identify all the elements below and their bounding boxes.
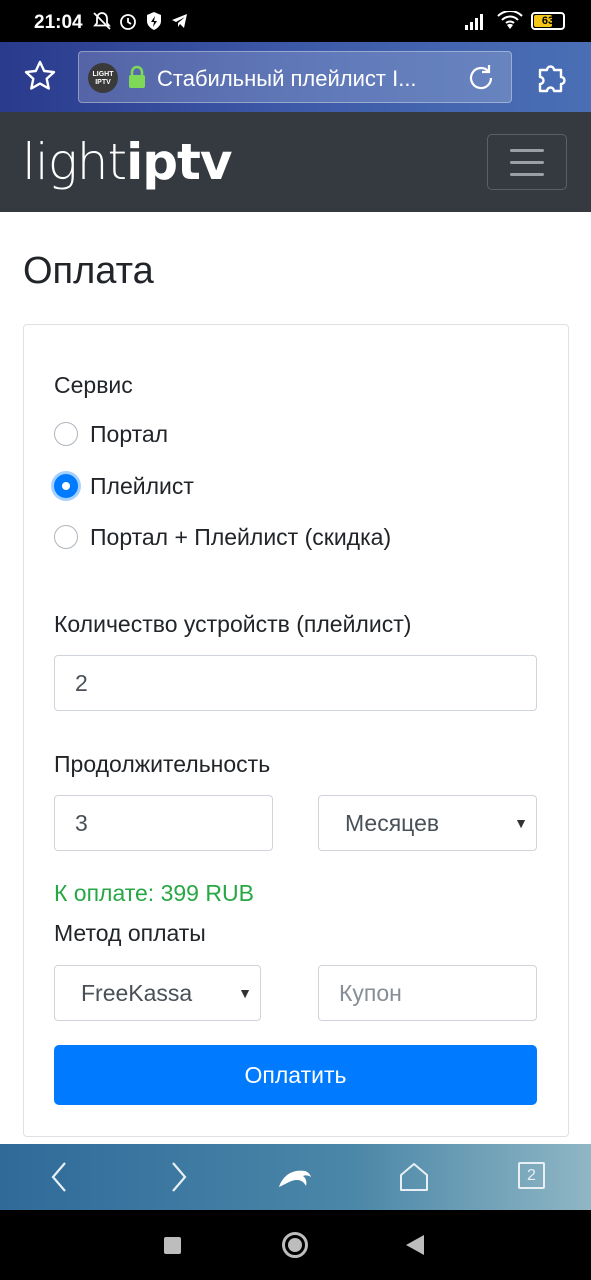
page-url-title: Стабильный плейлист I... (157, 66, 417, 91)
devices-input[interactable]: 2 (54, 655, 537, 711)
chevron-down-icon: ▼ (514, 815, 528, 831)
radio-portal-playlist[interactable]: Портал + Плейлист (скидка) (54, 523, 391, 551)
reload-icon[interactable] (465, 62, 497, 94)
site-navbar: lightiptv (0, 112, 591, 212)
hamburger-icon (510, 149, 544, 152)
browser-toolbar: LIGHT IPTV Стабильный плейлист I... (0, 42, 591, 112)
signal-icon (465, 14, 483, 30)
service-label: Сервис (54, 372, 133, 398)
payment-method-select[interactable]: FreeKassa ▼ (54, 965, 261, 1021)
browser-bottom-toolbar: 2 (0, 1144, 591, 1210)
menu-toggle-button[interactable] (487, 134, 567, 190)
mute-icon (93, 12, 111, 30)
radio-button[interactable] (54, 422, 78, 446)
extension-puzzle-icon[interactable] (532, 58, 570, 96)
duration-label: Продолжительность (54, 751, 271, 777)
data-saver-icon (147, 12, 161, 30)
tabs-count-button[interactable]: 2 (518, 1162, 545, 1189)
battery-icon: 63 (531, 12, 565, 30)
forward-arrow-icon[interactable] (160, 1159, 196, 1195)
page-title: Оплата (23, 250, 154, 292)
radio-label: Портал (90, 420, 169, 447)
home-icon[interactable] (396, 1159, 432, 1195)
back-arrow-icon[interactable] (42, 1159, 78, 1195)
lock-icon (129, 65, 145, 88)
price-total: К оплате: 399 RUB (54, 880, 254, 906)
radio-label: Портал + Плейлист (скидка) (90, 523, 392, 550)
payment-method-value: FreeKassa (81, 980, 193, 1006)
pay-button[interactable]: Оплатить (54, 1045, 537, 1105)
status-time: 21:04 (34, 12, 83, 33)
coupon-input[interactable]: Купон (318, 965, 537, 1021)
home-circle-icon[interactable] (282, 1232, 308, 1258)
site-favicon: LIGHT IPTV (88, 63, 118, 93)
radio-portal[interactable]: Портал (54, 420, 168, 448)
address-bar[interactable]: LIGHT IPTV Стабильный плейлист I... (78, 51, 512, 103)
telegram-icon (172, 14, 187, 28)
radio-button[interactable] (54, 525, 78, 549)
logo-iptv: iptv (126, 133, 232, 191)
bookmark-star-icon[interactable] (22, 58, 58, 94)
wifi-icon (497, 11, 523, 29)
duration-input[interactable]: 3 (54, 795, 273, 851)
logo-light: light (22, 133, 127, 191)
payment-method-label: Метод оплаты (54, 920, 206, 946)
status-bar: 21:04 63 (0, 0, 591, 42)
radio-label: Плейлист (90, 472, 194, 499)
chevron-down-icon: ▼ (238, 985, 252, 1001)
system-navigation-bar (0, 1210, 591, 1280)
radio-playlist[interactable]: Плейлист (54, 472, 194, 500)
site-logo[interactable]: lightiptv (22, 128, 233, 194)
radio-button-checked[interactable] (54, 474, 78, 498)
duration-unit-select[interactable]: Месяцев ▼ (318, 795, 537, 851)
devices-label: Количество устройств (плейлист) (54, 611, 412, 637)
dolphin-home-icon[interactable] (276, 1159, 314, 1195)
back-triangle-icon[interactable] (406, 1235, 424, 1255)
battery-level: 63 (541, 15, 555, 27)
recents-icon[interactable] (164, 1237, 181, 1254)
alarm-icon (120, 14, 136, 30)
duration-unit-value: Месяцев (345, 810, 440, 836)
